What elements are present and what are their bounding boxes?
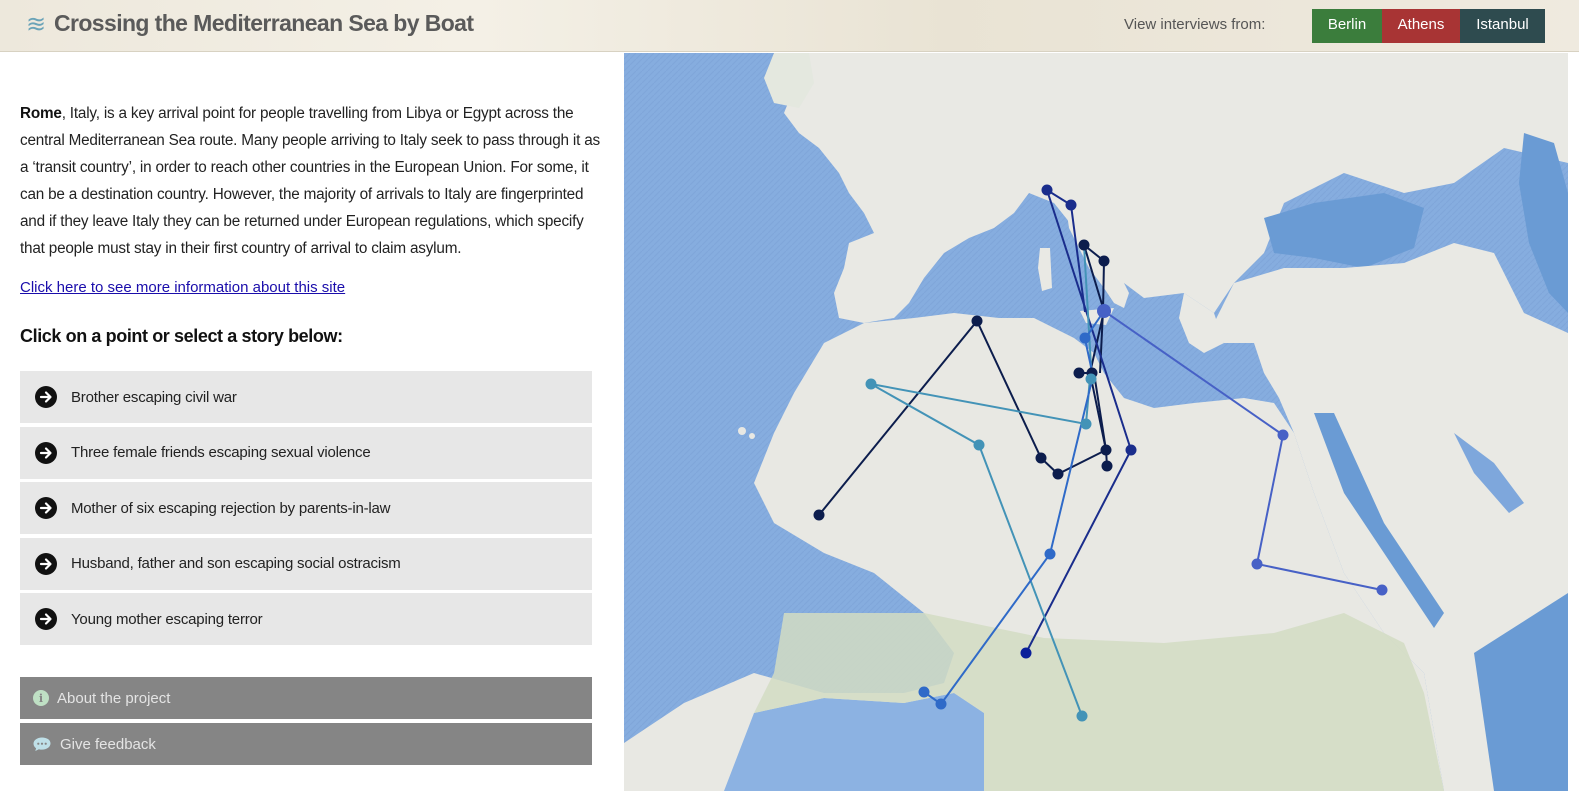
about-project-button[interactable]: i About the project	[20, 677, 592, 719]
route-point[interactable]	[1125, 444, 1137, 456]
route-point[interactable]	[1085, 373, 1097, 385]
story-label: Three female friends escaping sexual vio…	[71, 444, 371, 461]
route-point[interactable]	[1076, 710, 1088, 722]
story-item[interactable]: Husband, father and son escaping social …	[20, 537, 592, 590]
route-map[interactable]	[624, 53, 1568, 791]
story-item[interactable]: Mother of six escaping rejection by pare…	[20, 482, 592, 534]
story-label: Brother escaping civil war	[71, 388, 237, 406]
view-interviews-label: View interviews from:	[1124, 16, 1266, 33]
info-panel: Rome, Italy, is a key arrival point for …	[0, 53, 624, 797]
info-icon: i	[33, 690, 49, 706]
city-button-berlin[interactable]: Berlin	[1312, 9, 1382, 43]
arrow-right-icon	[35, 386, 57, 408]
route-point[interactable]	[973, 439, 985, 451]
route-point[interactable]	[1065, 199, 1077, 211]
more-info-link[interactable]: Click here to see more information about…	[20, 279, 345, 296]
route-point[interactable]	[813, 509, 825, 521]
intro-city-name: Rome	[20, 105, 62, 122]
route-point[interactable]	[1251, 558, 1263, 570]
route-point[interactable]	[1041, 184, 1053, 196]
give-feedback-label: Give feedback	[60, 735, 156, 753]
app-header: ≋ Crossing the Mediterranean Sea by Boat…	[0, 0, 1579, 52]
intro-paragraph: Rome, Italy, is a key arrival point for …	[20, 100, 600, 262]
stories-heading: Click on a point or select a story below…	[20, 326, 343, 346]
story-label: Mother of six escaping rejection by pare…	[71, 499, 391, 517]
route-point[interactable]	[918, 686, 930, 698]
route-point[interactable]	[1044, 548, 1056, 560]
canary-island	[749, 433, 755, 439]
arrow-right-icon	[35, 441, 57, 464]
give-feedback-button[interactable]: Give feedback	[20, 723, 592, 765]
story-item[interactable]: Three female friends escaping sexual vio…	[20, 426, 592, 479]
rome-point[interactable]	[1097, 304, 1111, 318]
story-label: Young mother escaping terror	[71, 610, 263, 628]
route-point[interactable]	[865, 378, 877, 390]
route-point[interactable]	[1073, 367, 1085, 379]
route-point[interactable]	[1020, 647, 1032, 659]
route-point[interactable]	[1078, 239, 1090, 251]
route-point[interactable]	[1098, 255, 1110, 267]
story-item[interactable]: Brother escaping civil war	[20, 371, 592, 423]
story-label: Husband, father and son escaping social …	[71, 555, 401, 572]
route-point[interactable]	[971, 315, 983, 327]
route-point[interactable]	[1101, 460, 1113, 472]
city-button-athens[interactable]: Athens	[1382, 9, 1460, 43]
route-point[interactable]	[1052, 468, 1064, 480]
route-point[interactable]	[1080, 418, 1092, 430]
city-button-istanbul[interactable]: Istanbul	[1460, 9, 1545, 43]
route-point[interactable]	[935, 698, 947, 710]
story-item[interactable]: Young mother escaping terror	[20, 593, 592, 645]
speech-bubble-icon	[32, 736, 52, 752]
arrow-right-icon	[35, 497, 57, 519]
canary-island	[738, 427, 746, 435]
intro-text: , Italy, is a key arrival point for peop…	[20, 105, 600, 257]
route-point[interactable]	[1100, 444, 1112, 456]
route-point[interactable]	[1035, 452, 1047, 464]
arrow-right-icon	[35, 608, 57, 630]
map-canvas[interactable]	[624, 53, 1568, 791]
route-point[interactable]	[1277, 429, 1289, 441]
route-point[interactable]	[1376, 584, 1388, 596]
wave-icon: ≋	[26, 10, 47, 38]
arrow-right-icon	[35, 552, 57, 575]
page-title: Crossing the Mediterranean Sea by Boat	[54, 10, 474, 36]
route-point[interactable]	[1079, 332, 1091, 344]
about-project-label: About the project	[57, 689, 171, 707]
story-list: Brother escaping civil war Three female …	[20, 371, 592, 649]
